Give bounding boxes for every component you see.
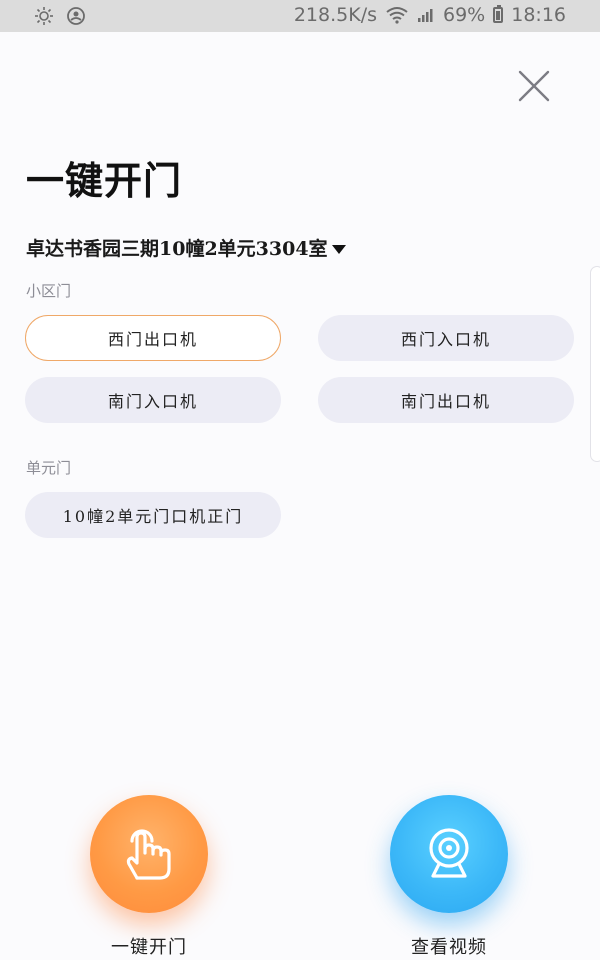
wifi-icon <box>385 6 409 24</box>
caret-down-icon <box>331 245 346 254</box>
unit-gate-label: 单元门 <box>26 459 72 477</box>
door-button-unit-main[interactable]: 10幢2单元门口机正门 <box>25 492 281 538</box>
signal-icon <box>417 7 435 23</box>
brightness-icon <box>34 6 54 26</box>
community-gate-label: 小区门 <box>26 282 72 300</box>
status-right: 218.5K/s 69% 18:16 <box>294 4 566 26</box>
side-drawer-handle[interactable] <box>590 266 600 462</box>
one-key-open-label: 一键开门 <box>111 937 187 958</box>
door-button-west-entry[interactable]: 西门入口机 <box>318 315 574 361</box>
battery-percent: 69% <box>443 4 486 26</box>
door-button-south-exit[interactable]: 南门出口机 <box>318 377 574 423</box>
page-title: 一键开门 <box>26 158 183 203</box>
status-bar: 218.5K/s 69% 18:16 <box>0 0 600 32</box>
view-video-circle[interactable] <box>390 795 508 913</box>
status-left <box>34 6 86 26</box>
webcam-icon <box>429 828 469 878</box>
network-speed: 218.5K/s <box>293 4 377 26</box>
address-label: 卓达书香园三期10幢2单元3304室 <box>26 238 328 260</box>
view-video-label: 查看视频 <box>411 937 487 958</box>
view-video-button[interactable]: 查看视频 <box>390 795 508 959</box>
close-button[interactable] <box>514 66 554 106</box>
address-selector[interactable]: 卓达书香园三期10幢2单元3304室 <box>26 234 346 261</box>
tap-hand-icon <box>126 829 171 880</box>
door-button-west-exit[interactable]: 西门出口机 <box>25 315 281 361</box>
clock: 18:16 <box>511 4 566 26</box>
face-icon <box>66 6 86 26</box>
open-door-circle[interactable] <box>90 795 208 913</box>
battery-icon <box>493 5 504 23</box>
one-key-open-button[interactable]: 一键开门 <box>90 795 208 959</box>
close-icon <box>518 70 550 102</box>
door-button-south-entry[interactable]: 南门入口机 <box>25 377 281 423</box>
